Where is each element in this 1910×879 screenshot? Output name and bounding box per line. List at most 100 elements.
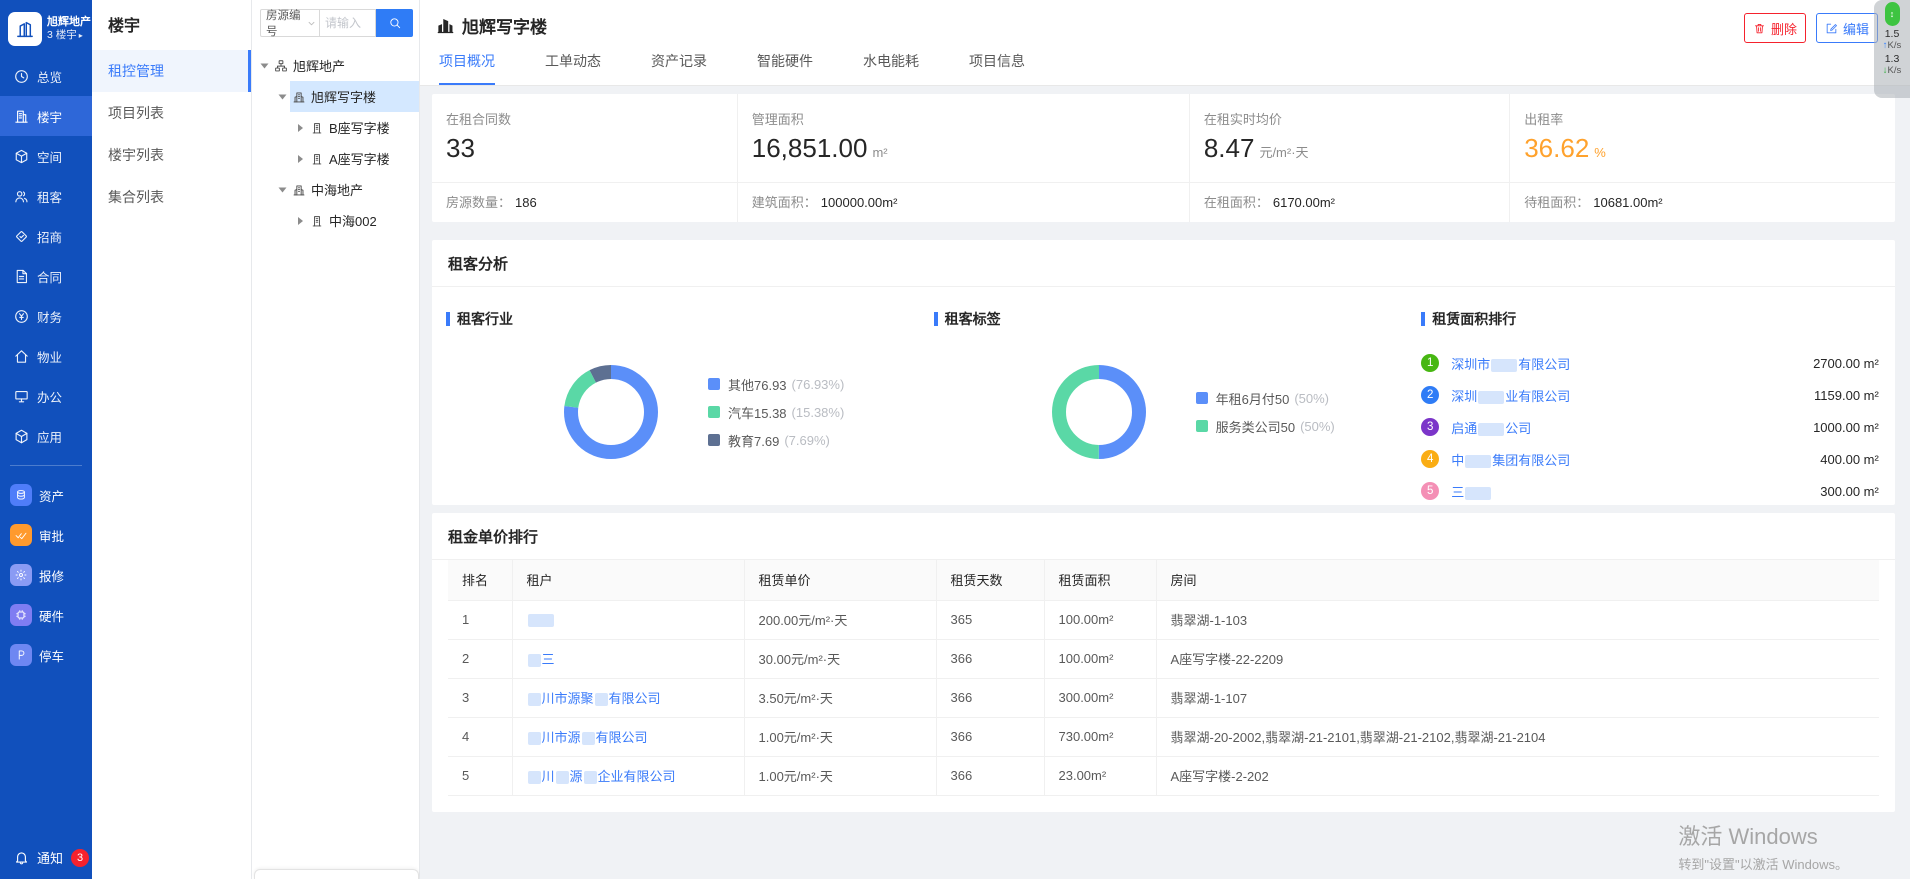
invest-icon bbox=[13, 228, 30, 245]
caret-icon[interactable] bbox=[279, 187, 287, 192]
overview-stats-card: 在租合同数33管理面积16,851.00m²在租实时均价8.47元/m²·天出租… bbox=[432, 94, 1895, 222]
tree-node-1[interactable]: 旭辉地产 bbox=[252, 50, 419, 81]
sub-stat-4: 待租面积10681.00m² bbox=[1510, 183, 1895, 222]
tenant-link[interactable]: 三 bbox=[527, 652, 555, 667]
property-icon bbox=[13, 348, 30, 365]
sidebar-item-1[interactable]: 总览 bbox=[0, 56, 92, 96]
page-title: 旭辉写字楼 bbox=[462, 13, 547, 38]
caret-icon[interactable] bbox=[298, 155, 303, 163]
company-link[interactable]: 三 bbox=[1451, 482, 1810, 501]
redacted-text bbox=[1465, 487, 1491, 500]
approval-icon bbox=[14, 528, 28, 542]
redacted-text bbox=[1465, 455, 1491, 468]
cell-area: 100.00m² bbox=[1044, 639, 1156, 678]
rank-badge: 2 bbox=[1421, 386, 1439, 404]
edit-button[interactable]: 编辑 bbox=[1816, 13, 1878, 43]
company-link[interactable]: 深圳业有限公司 bbox=[1451, 386, 1804, 405]
redacted-text bbox=[556, 771, 569, 784]
menu-item-1[interactable]: 租控管理 bbox=[92, 50, 251, 92]
tags-legend: 年租6月付50(50%)服务类公司50(50%) bbox=[1196, 380, 1335, 445]
company-link[interactable]: 深圳市有限公司 bbox=[1451, 354, 1803, 373]
cell-price: 1.00元/m²·天 bbox=[744, 717, 936, 756]
sidebar-app-3[interactable]: 报修 bbox=[0, 555, 92, 595]
sidebar-app-1[interactable]: 资产 bbox=[0, 475, 92, 515]
building-tree: 旭辉地产旭辉写字楼B座写字楼A座写字楼中海地产中海002 bbox=[252, 46, 419, 236]
delete-button[interactable]: 删除 bbox=[1744, 13, 1806, 43]
company-link[interactable]: 中集团有限公司 bbox=[1451, 450, 1810, 469]
sidebar-app-4[interactable]: 硬件 bbox=[0, 595, 92, 635]
sidebar-item-3[interactable]: 空间 bbox=[0, 136, 92, 176]
sidebar-app-2[interactable]: 审批 bbox=[0, 515, 92, 555]
sidebar-item-7[interactable]: 财务 bbox=[0, 296, 92, 336]
area-rank-row: 2深圳业有限公司1159.00 m² bbox=[1421, 379, 1879, 411]
cell-price: 1.00元/m²·天 bbox=[744, 756, 936, 795]
cell-rooms: A座写字楼-22-2209 bbox=[1156, 639, 1879, 678]
tab-1[interactable]: 项目概况 bbox=[439, 51, 495, 85]
tree-node-4[interactable]: A座写字楼 bbox=[252, 143, 419, 174]
tab-3[interactable]: 资产记录 bbox=[651, 51, 707, 85]
tenant-tags-section: 租客标签 年租6月付50(50%)服务类公司50(50%) bbox=[920, 287, 1408, 507]
space-icon bbox=[13, 148, 30, 165]
sidebar-item-notice[interactable]: 通知 3 bbox=[0, 848, 92, 867]
rent-col-header-3: 租赁单价 bbox=[744, 560, 936, 600]
search-button[interactable] bbox=[376, 9, 413, 37]
area-ranking-title: 租赁面积排行 bbox=[1421, 309, 1895, 329]
tree-node-3[interactable]: B座写字楼 bbox=[252, 112, 419, 143]
area-rank-row: 1深圳市有限公司2700.00 m² bbox=[1421, 347, 1879, 379]
caret-icon[interactable] bbox=[261, 63, 269, 68]
tenant-link[interactable]: 川市源有限公司 bbox=[527, 730, 648, 745]
search-category-select[interactable]: 房源编号 bbox=[260, 9, 320, 37]
industry-donut-chart bbox=[558, 359, 664, 465]
app-root: 旭辉地产 3 楼宇▸ 总览楼宇空间租客招商合同财务物业办公应用 资产审批报修硬件… bbox=[0, 0, 1910, 879]
sidebar-item-5[interactable]: 招商 bbox=[0, 216, 92, 256]
tenant-link[interactable]: 川源企业有限公司 bbox=[527, 769, 676, 784]
rank-badge: 4 bbox=[1421, 450, 1439, 468]
tower-icon bbox=[310, 214, 324, 228]
rank-area-value: 400.00 m² bbox=[1820, 452, 1879, 467]
redacted-text bbox=[528, 732, 541, 745]
tree-node-5[interactable]: 中海地产 bbox=[252, 174, 419, 205]
brand-logo[interactable]: 旭辉地产 3 楼宇▸ bbox=[0, 0, 92, 56]
tab-2[interactable]: 工单动态 bbox=[545, 51, 601, 85]
building-title-icon bbox=[436, 16, 455, 35]
sidebar-item-8[interactable]: 物业 bbox=[0, 336, 92, 376]
notice-badge: 3 bbox=[71, 849, 89, 867]
rank-badge: 5 bbox=[1421, 482, 1439, 500]
tree-scrollbar[interactable] bbox=[254, 869, 419, 879]
redacted-text bbox=[582, 732, 595, 745]
repair-icon bbox=[14, 568, 28, 582]
caret-icon[interactable] bbox=[279, 94, 287, 99]
rent-col-header-4: 租赁天数 bbox=[936, 560, 1044, 600]
rent-table-row: 3川市源聚有限公司3.50元/m²·天366300.00m²翡翠湖-1-107 bbox=[448, 678, 1879, 717]
network-speed-widget[interactable]: ↕ 1.5 ↑K/s 1.3 ↓K/s bbox=[1874, 0, 1910, 98]
company-link[interactable]: 启通公司 bbox=[1451, 418, 1803, 437]
sidebar-app-5[interactable]: 停车 bbox=[0, 635, 92, 675]
tenant-industry-section: 租客行业 其他76.93(76.93%)汽车15.38(15.38%)教育7.6… bbox=[432, 287, 920, 507]
tab-5[interactable]: 水电能耗 bbox=[863, 51, 919, 85]
tree-node-6[interactable]: 中海002 bbox=[252, 205, 419, 236]
tab-6[interactable]: 项目信息 bbox=[969, 51, 1025, 85]
tenant-link[interactable] bbox=[527, 612, 555, 627]
search-input[interactable] bbox=[320, 9, 376, 37]
cell-days: 366 bbox=[936, 756, 1044, 795]
cell-rank: 5 bbox=[448, 756, 512, 795]
tenant-link[interactable]: 川市源聚有限公司 bbox=[527, 691, 661, 706]
tree-node-2[interactable]: 旭辉写字楼 bbox=[252, 81, 419, 112]
sidebar-item-10[interactable]: 应用 bbox=[0, 416, 92, 456]
caret-icon[interactable] bbox=[298, 124, 303, 132]
menu-item-2[interactable]: 项目列表 bbox=[92, 92, 251, 134]
menu-item-3[interactable]: 楼宇列表 bbox=[92, 134, 251, 176]
legend-item: 其他76.93(76.93%) bbox=[708, 375, 844, 394]
hardware-icon bbox=[14, 608, 28, 622]
sidebar-item-4[interactable]: 租客 bbox=[0, 176, 92, 216]
search-icon bbox=[388, 16, 402, 30]
stat-card-3: 在租实时均价8.47元/m²·天 bbox=[1190, 94, 1510, 182]
sidebar-item-6[interactable]: 合同 bbox=[0, 256, 92, 296]
sidebar-item-2[interactable]: 楼宇 bbox=[0, 96, 92, 136]
overview-icon bbox=[13, 68, 30, 85]
sidebar: 旭辉地产 3 楼宇▸ 总览楼宇空间租客招商合同财务物业办公应用 资产审批报修硬件… bbox=[0, 0, 92, 879]
tab-4[interactable]: 智能硬件 bbox=[757, 51, 813, 85]
caret-icon[interactable] bbox=[298, 217, 303, 225]
sidebar-item-9[interactable]: 办公 bbox=[0, 376, 92, 416]
menu-item-4[interactable]: 集合列表 bbox=[92, 176, 251, 218]
